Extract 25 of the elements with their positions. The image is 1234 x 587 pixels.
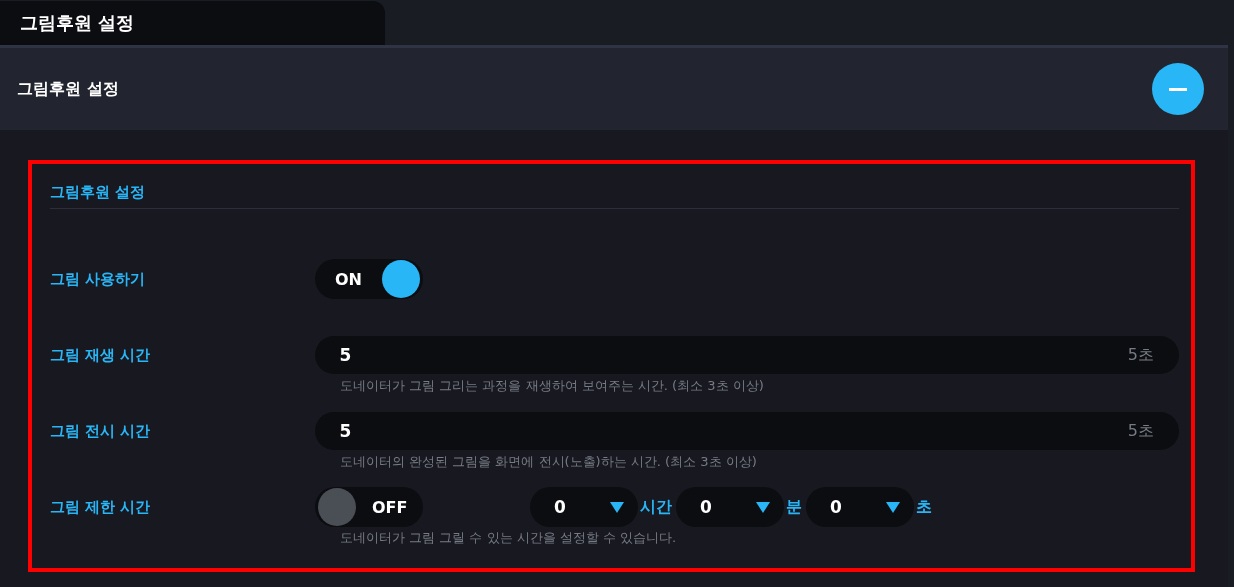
- toggle-switch[interactable]: ON: [315, 259, 423, 299]
- dropdown[interactable]: 0: [530, 487, 638, 527]
- dropdown[interactable]: 0: [676, 487, 784, 527]
- caret-icon: [886, 501, 900, 513]
- setting-label: 그림 제한 시간: [50, 497, 152, 517]
- caret-icon: [756, 501, 770, 513]
- hint-text: 도네이터가 그림 그릴 수 있는 시간을 설정할 수 있습니다.: [339, 529, 678, 547]
- panel-title: 그림후원 설정: [17, 78, 119, 100]
- tab[interactable]: 그림후원 설정: [0, 1, 385, 45]
- toggle-switch[interactable]: OFF: [315, 487, 423, 527]
- unit-label: 시간: [640, 496, 672, 518]
- setting-label: 그림 전시 시간: [50, 421, 152, 441]
- hint-text: 도네이터가 그림 그리는 과정을 재생하여 보여주는 시간. (최소 3초 이상): [339, 377, 765, 395]
- unit-label: 분: [786, 496, 802, 518]
- setting-label: 그림 재생 시간: [50, 345, 152, 365]
- section-title: 그림후원 설정: [50, 182, 147, 203]
- hint-text: 도네이터의 완성된 그림을 화면에 전시(노출)하는 시간. (최소 3초 이상): [339, 453, 758, 471]
- collapse-button[interactable]: [1152, 63, 1204, 115]
- dropdown[interactable]: 0: [806, 487, 914, 527]
- minus-icon: [1169, 87, 1187, 91]
- unit-label: 초: [916, 496, 932, 518]
- caret-icon: [610, 501, 624, 513]
- input-field[interactable]: 5 5초: [314, 336, 1179, 374]
- input-field[interactable]: 5 5초: [314, 412, 1179, 450]
- setting-label: 그림 사용하기: [50, 269, 147, 289]
